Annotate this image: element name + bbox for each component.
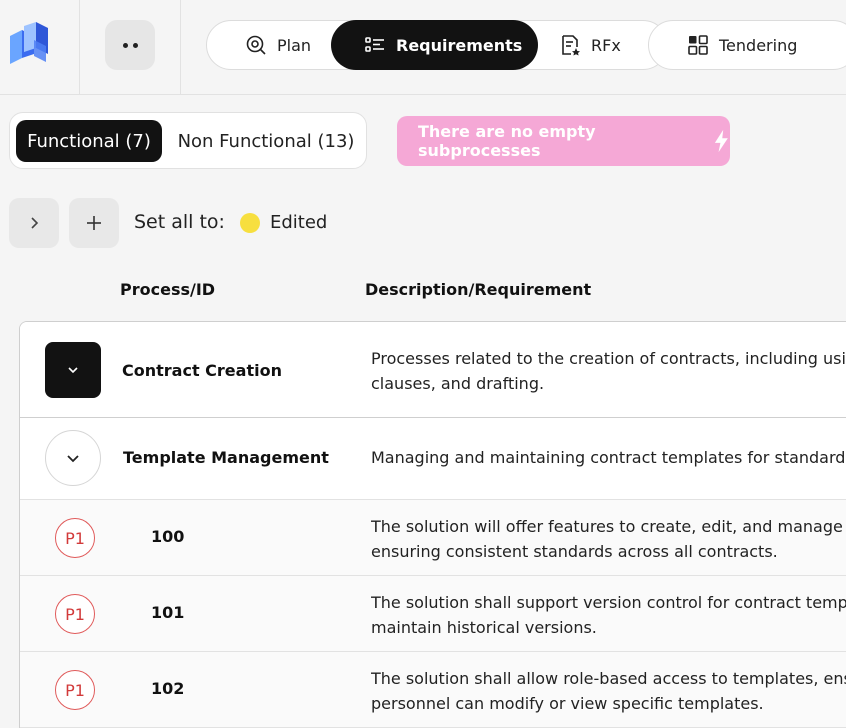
- subprocess-description: Managing and maintaining contract templa…: [371, 448, 846, 467]
- process-description-line: Processes related to the creation of con…: [371, 349, 846, 368]
- expand-all-button[interactable]: [9, 198, 59, 248]
- requirement-type-toggle: Functional (7) Non Functional (13): [9, 112, 367, 169]
- add-button[interactable]: [69, 198, 119, 248]
- process-description-line: clauses, and drafting.: [371, 374, 545, 393]
- priority-badge[interactable]: P1: [55, 594, 95, 634]
- subprocess-row[interactable]: Template Management Managing and maintai…: [20, 418, 846, 500]
- non-functional-filter-button[interactable]: Non Functional (13): [170, 120, 362, 162]
- requirements-table: Contract Creation Processes related to t…: [19, 321, 846, 728]
- empty-subprocess-notice[interactable]: There are no empty subprocesses: [397, 116, 730, 166]
- requirement-description: The solution shall allow role-based acce…: [371, 666, 846, 716]
- tendering-grid-icon: [688, 35, 708, 55]
- plus-icon: [87, 216, 101, 230]
- requirement-description-line: The solution shall support version contr…: [371, 593, 846, 612]
- requirement-description: The solution will offer features to crea…: [371, 514, 846, 564]
- requirement-row[interactable]: P1 101 The solution shall support versio…: [20, 576, 846, 652]
- column-header-process: Process/ID: [120, 280, 216, 299]
- tab-requirements[interactable]: Requirements: [331, 20, 538, 70]
- requirement-description: The solution shall support version contr…: [371, 590, 846, 640]
- process-row[interactable]: Contract Creation Processes related to t…: [20, 322, 846, 418]
- requirement-row[interactable]: P1 102 The solution shall allow role-bas…: [20, 652, 846, 728]
- top-navigation-bar: Plan RFx Tendering Requirements: [0, 0, 846, 95]
- status-edited-label[interactable]: Edited: [270, 212, 327, 233]
- notice-label: There are no empty subprocesses: [418, 122, 596, 160]
- more-dots-icon[interactable]: [105, 20, 155, 70]
- tab-rfx-label: RFx: [591, 35, 621, 55]
- requirement-description-line: ensuring consistent standards across all…: [371, 542, 778, 561]
- requirement-id: 102: [151, 679, 185, 698]
- process-name: Contract Creation: [122, 361, 282, 380]
- subprocess-name: Template Management: [123, 448, 329, 467]
- requirement-row[interactable]: P1 100 The solution will offer features …: [20, 500, 846, 576]
- requirements-list-icon: [365, 37, 384, 52]
- collapse-process-button[interactable]: [45, 342, 101, 398]
- rfx-document-icon: [562, 35, 580, 56]
- requirement-id: 100: [151, 527, 185, 546]
- menu-container: [80, 0, 181, 94]
- priority-badge[interactable]: P1: [55, 670, 95, 710]
- status-edited-dot[interactable]: [240, 213, 260, 233]
- tab-tendering[interactable]: Tendering: [648, 20, 846, 70]
- chevron-down-icon: [68, 367, 78, 374]
- process-description: Processes related to the creation of con…: [371, 346, 846, 396]
- tab-tendering-label: Tendering: [719, 35, 798, 55]
- tab-requirements-label: Requirements: [396, 35, 523, 55]
- chevron-down-icon: [67, 455, 79, 463]
- lightning-icon: [715, 129, 729, 153]
- collapse-subprocess-button[interactable]: [45, 430, 101, 486]
- priority-badge[interactable]: P1: [55, 518, 95, 558]
- column-header-description: Description/Requirement: [365, 280, 592, 299]
- set-all-label: Set all to:: [134, 211, 225, 233]
- requirement-id: 101: [151, 603, 185, 622]
- requirement-description-line: The solution shall allow role-based acce…: [371, 669, 846, 688]
- tab-plan-label: Plan: [277, 35, 312, 55]
- requirement-description-line: The solution will offer features to crea…: [371, 517, 846, 536]
- logo-container: [0, 0, 80, 94]
- chevron-right-icon: [31, 217, 39, 229]
- plan-search-icon: [246, 35, 266, 55]
- functional-filter-button[interactable]: Functional (7): [16, 120, 162, 162]
- app-logo-icon[interactable]: [8, 22, 50, 66]
- requirement-description-line: personnel can modify or view specific te…: [371, 694, 764, 713]
- requirement-description-line: maintain historical versions.: [371, 618, 597, 637]
